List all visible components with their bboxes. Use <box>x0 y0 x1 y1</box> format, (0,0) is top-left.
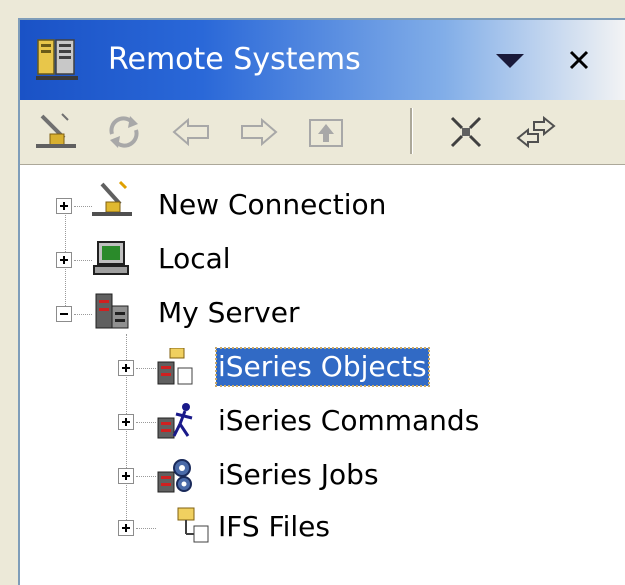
expand-toggle[interactable] <box>118 520 134 536</box>
toolbar-separator <box>410 108 413 154</box>
view-title: Remote Systems <box>108 42 361 77</box>
tree-item-label: New Connection <box>158 188 387 221</box>
view-toolbar <box>20 100 625 165</box>
iseries-objects-icon <box>157 348 193 385</box>
up-folder-icon[interactable] <box>304 112 348 152</box>
expand-toggle[interactable] <box>56 252 72 268</box>
collapse-all-icon[interactable] <box>444 112 488 152</box>
tree-item-new-connection[interactable]: New Connection <box>20 180 625 226</box>
connections-tree: New Connection Local My Server iSeries O… <box>20 166 625 585</box>
iseries-jobs-icon <box>157 459 192 493</box>
tree-item-label: Local <box>158 242 231 275</box>
tree-item-iseries-jobs[interactable]: iSeries Jobs <box>20 456 625 496</box>
link-arrows-icon[interactable] <box>514 112 558 152</box>
back-arrow-icon[interactable] <box>170 112 214 152</box>
computer-icon <box>93 241 129 275</box>
new-connection-icon[interactable] <box>34 112 78 152</box>
triangle-down-icon[interactable] <box>492 50 528 74</box>
tree-item-label: My Server <box>158 296 300 329</box>
ifs-files-icon <box>177 507 209 543</box>
close-icon[interactable] <box>565 46 593 74</box>
tree-item-label: iSeries Commands <box>218 404 480 437</box>
remote-systems-icon <box>36 39 78 80</box>
collapse-toggle[interactable] <box>56 306 72 322</box>
iseries-commands-icon <box>157 403 193 439</box>
tree-item-my-server[interactable]: My Server <box>20 293 625 334</box>
tree-item-iseries-commands[interactable]: iSeries Commands <box>20 402 625 442</box>
forward-arrow-icon[interactable] <box>236 112 280 152</box>
remote-systems-view: Remote Systems New Connection Local My S… <box>18 18 625 585</box>
tree-item-label: iSeries Objects <box>215 347 430 387</box>
expand-toggle[interactable] <box>56 198 72 214</box>
expand-toggle[interactable] <box>118 468 134 484</box>
tree-item-iseries-objects[interactable]: iSeries Objects <box>20 347 625 388</box>
expand-toggle[interactable] <box>118 360 134 376</box>
tree-item-local[interactable]: Local <box>20 240 625 280</box>
tree-item-label: iSeries Jobs <box>218 458 379 491</box>
tree-item-label: IFS Files <box>218 510 330 543</box>
view-title-bar: Remote Systems <box>20 20 625 100</box>
tree-item-ifs-files[interactable]: IFS Files <box>20 507 625 548</box>
new-connection-icon <box>92 180 132 216</box>
server-icon <box>95 293 129 329</box>
expand-toggle[interactable] <box>118 414 134 430</box>
refresh-icon[interactable] <box>102 112 146 152</box>
